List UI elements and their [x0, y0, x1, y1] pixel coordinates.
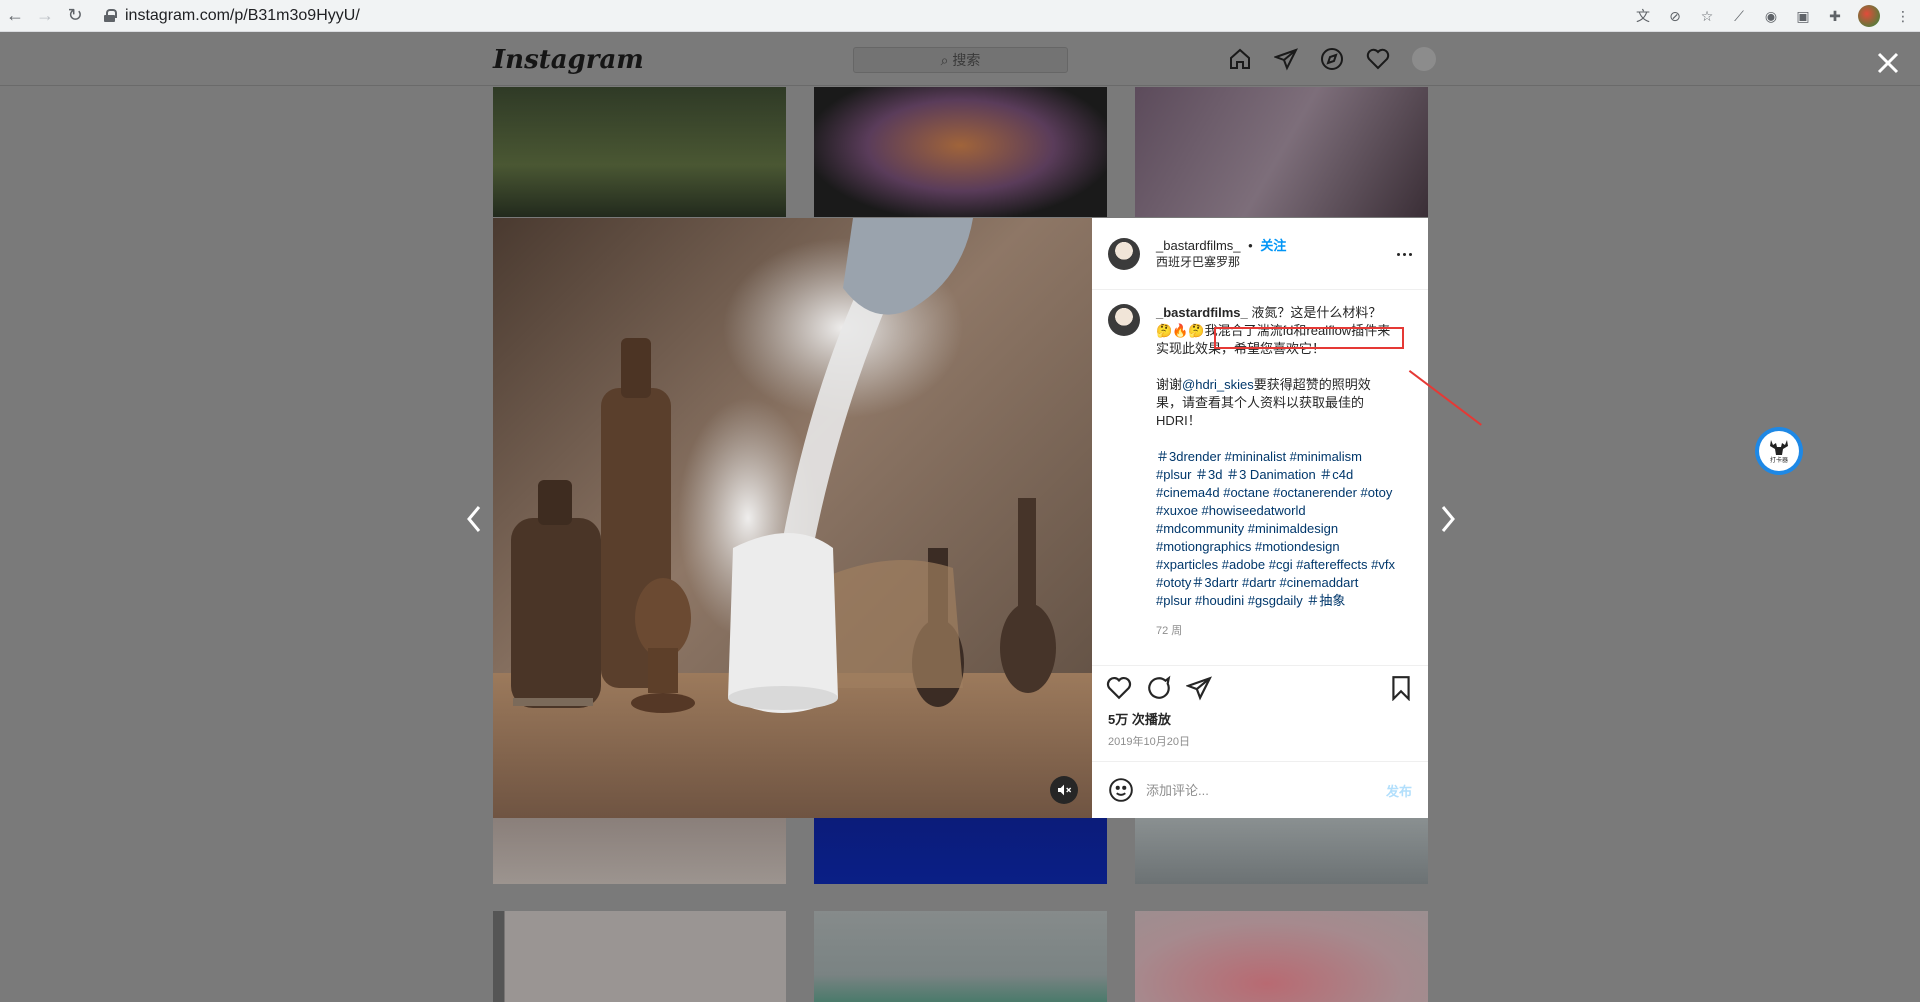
next-post-chevron-icon[interactable]: [1437, 499, 1459, 539]
caption-username[interactable]: _bastardfilms_: [1156, 305, 1248, 320]
instagram-nav: [1228, 47, 1436, 71]
home-icon[interactable]: [1228, 47, 1252, 71]
menu-dots-icon[interactable]: ⋮: [1894, 7, 1912, 25]
video-frame: [493, 218, 1092, 818]
grid-thumbnail[interactable]: [493, 818, 786, 884]
grid-thumbnail[interactable]: [814, 818, 1107, 884]
grid-thumbnail[interactable]: [1135, 87, 1428, 217]
close-icon[interactable]: [1876, 51, 1900, 75]
previous-post-chevron-icon[interactable]: [463, 499, 485, 539]
mute-button[interactable]: [1050, 776, 1078, 804]
caption-avatar[interactable]: [1108, 304, 1140, 336]
author-avatar[interactable]: [1108, 237, 1140, 270]
grid-thumbnail[interactable]: [493, 87, 786, 217]
instagram-header: Instagram ⌕ 搜索: [0, 33, 1920, 86]
post-caption: _bastardfilms_ 液氮？这是什么材料？ 🤔🔥🤔我混合了湍流fd和re…: [1108, 304, 1412, 628]
star-icon[interactable]: ☆: [1698, 7, 1716, 25]
post-location[interactable]: 西班牙巴塞罗那: [1156, 254, 1286, 271]
address-bar[interactable]: instagram.com/p/B31m3o9HyyU/: [104, 3, 360, 29]
post-date: 2019年10月20日: [1092, 731, 1428, 762]
eye-off-icon[interactable]: ⊘: [1666, 7, 1684, 25]
add-comment-bar: 发布: [1092, 762, 1428, 818]
search-placeholder: 搜索: [952, 52, 981, 68]
extension-globe-icon[interactable]: ◉: [1762, 7, 1780, 25]
extension-floating-button[interactable]: 打卡器: [1755, 427, 1803, 475]
browser-actions: 文 ⊘ ☆ ⟋ ◉ ▣ ✚ ⋮: [1634, 0, 1912, 32]
emoji-icon[interactable]: [1108, 777, 1134, 803]
lock-icon: [104, 9, 117, 22]
explore-icon[interactable]: [1320, 47, 1344, 71]
post-sidebar: _bastardfilms_ • 关注 西班牙巴塞罗那 _bastardfilm…: [1092, 218, 1428, 818]
view-count[interactable]: 5万 次播放: [1092, 709, 1428, 731]
grid-thumbnail[interactable]: [1135, 818, 1428, 884]
more-options-icon[interactable]: [1394, 244, 1414, 264]
post-comment-button[interactable]: 发布: [1386, 781, 1412, 800]
author-info: _bastardfilms_ • 关注 西班牙巴塞罗那: [1156, 237, 1286, 271]
forward-icon[interactable]: →: [30, 1, 60, 31]
extension-label: 打卡器: [1769, 457, 1788, 464]
post-modal: _bastardfilms_ • 关注 西班牙巴塞罗那 _bastardfilm…: [493, 218, 1428, 818]
caption-text: _bastardfilms_ 液氮？这是什么材料？ 🤔🔥🤔我混合了湍流fd和re…: [1156, 304, 1396, 628]
extension-chart-icon[interactable]: ⟋: [1730, 7, 1748, 25]
speaker-muted-icon: [1058, 784, 1072, 796]
like-heart-icon[interactable]: [1106, 675, 1132, 701]
grid-thumbnail[interactable]: [814, 87, 1107, 217]
bookmark-icon[interactable]: [1388, 675, 1414, 701]
profile-avatar[interactable]: [1858, 5, 1880, 27]
caption-line1: 液氮？这是什么材料？: [1251, 305, 1382, 320]
extension-box-icon[interactable]: ▣: [1794, 7, 1812, 25]
post-video[interactable]: [493, 218, 1092, 818]
comment-icon[interactable]: [1146, 675, 1172, 701]
back-icon[interactable]: ←: [0, 1, 30, 31]
search-input[interactable]: ⌕ 搜索: [853, 47, 1068, 73]
deer-icon: 打卡器: [1759, 431, 1799, 471]
author-username[interactable]: _bastardfilms_: [1156, 238, 1241, 253]
puzzle-icon[interactable]: ✚: [1826, 7, 1844, 25]
hashtags[interactable]: ＃3drender #mininalist #minimalism #plsur…: [1156, 448, 1396, 610]
follow-button[interactable]: 关注: [1260, 238, 1286, 253]
instagram-logo[interactable]: Instagram: [493, 45, 644, 75]
translate-icon[interactable]: 文: [1634, 7, 1652, 25]
post-header: _bastardfilms_ • 关注 西班牙巴塞罗那: [1092, 218, 1428, 290]
comment-input[interactable]: [1146, 782, 1374, 798]
post-actions: [1092, 665, 1428, 709]
grid-thumbnail[interactable]: [1135, 911, 1428, 1002]
direct-icon[interactable]: [1274, 47, 1298, 71]
browser-toolbar: ← → ↻ instagram.com/p/B31m3o9HyyU/ 文 ⊘ ☆…: [0, 0, 1920, 32]
profile-icon[interactable]: [1412, 47, 1436, 71]
thanks-prefix: 谢谢: [1156, 377, 1183, 392]
separator-dot: •: [1248, 237, 1253, 253]
mention-link[interactable]: @hdri_skies: [1182, 377, 1254, 392]
caption-emoji: 🤔🔥🤔: [1156, 323, 1205, 338]
share-icon[interactable]: [1186, 675, 1212, 701]
highlight-annotation-box: [1214, 327, 1404, 349]
search-icon: ⌕: [940, 51, 949, 68]
heart-icon[interactable]: [1366, 47, 1390, 71]
grid-thumbnail[interactable]: [493, 911, 786, 1002]
url-text: instagram.com/p/B31m3o9HyyU/: [125, 6, 360, 24]
grid-thumbnail[interactable]: [814, 911, 1107, 1002]
reload-icon[interactable]: ↻: [60, 1, 90, 31]
